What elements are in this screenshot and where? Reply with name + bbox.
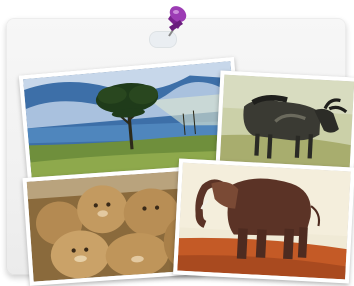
elephant-photo[interactable] <box>173 158 354 284</box>
wildebeest-image <box>219 74 354 170</box>
push-pin-icon <box>160 3 192 43</box>
wildebeest-photo[interactable] <box>215 70 354 174</box>
elephant-image <box>177 162 351 280</box>
